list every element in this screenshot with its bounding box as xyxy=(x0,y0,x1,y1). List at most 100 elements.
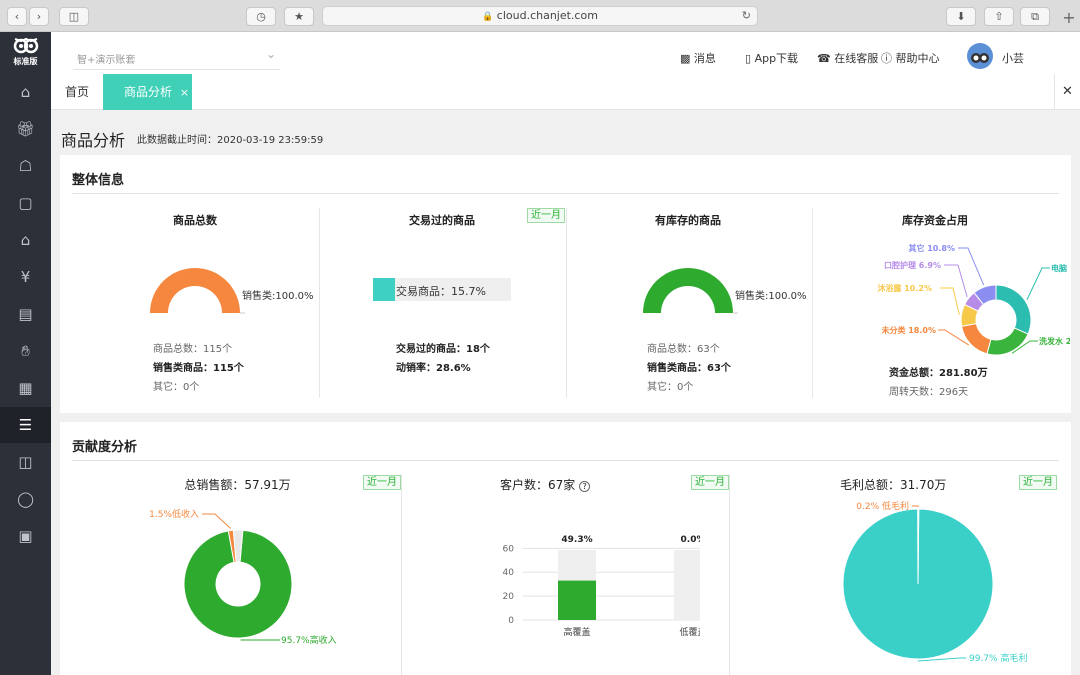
close-all-icon[interactable]: ✕ xyxy=(1054,74,1080,110)
pie-slice xyxy=(917,508,920,585)
customer-bar-chart: 0 20 40 60 49.3% 高覆盖 0.0% 低覆盖 xyxy=(503,535,700,638)
bag-icon[interactable]: ▢ xyxy=(0,185,51,221)
leader-line xyxy=(912,505,919,508)
traded-period-badge[interactable]: 近一月 xyxy=(527,208,565,223)
new-icon[interactable]: ▣ xyxy=(0,518,51,554)
customer-count: 客户数：67家 ? xyxy=(500,476,591,493)
tab-label: 商品分析 xyxy=(124,85,173,99)
id-card-icon[interactable]: ◫ xyxy=(0,444,51,480)
customer-period-badge[interactable]: 近一月 xyxy=(691,475,729,490)
bar-track xyxy=(674,550,700,620)
sales-donut-chart: 95.7%高收入 1.5%低收入 xyxy=(149,508,336,646)
account-placeholder: 智+演示账套 xyxy=(77,55,136,66)
message-icon: ▩ xyxy=(680,52,691,65)
username[interactable]: 小芸 xyxy=(1002,50,1024,66)
pie-label: 1.5%低收入 xyxy=(149,508,199,520)
building-icon[interactable]: ▦ xyxy=(0,370,51,406)
total-goods-title: 商品总数 xyxy=(173,214,217,227)
y-tick-label: 20 xyxy=(503,592,515,602)
url-text: cloud.chanjet.com xyxy=(496,9,598,22)
traded-bar-label: 交易商品：15.7% xyxy=(396,285,486,298)
voucher-icon[interactable]: ▤ xyxy=(0,296,51,332)
home-icon[interactable]: ⌂ xyxy=(0,74,51,110)
total-goods-gauge-label: 销售类:100.0% xyxy=(242,291,314,302)
tab-close-icon[interactable]: × xyxy=(180,86,189,99)
help-center-label: 帮助中心 xyxy=(895,52,940,65)
bar xyxy=(558,580,596,620)
help-center-link[interactable]: ⓘ 帮助中心 xyxy=(881,50,940,66)
leader-line xyxy=(1026,267,1050,300)
money-bag-icon[interactable]: ¥ xyxy=(0,259,51,295)
bar-label: 0.0% xyxy=(681,535,700,545)
stocked-goods-count: 商品总数：63个 xyxy=(647,344,720,355)
online-service-label: 在线客服 xyxy=(834,52,879,65)
profit-period-badge[interactable]: 近一月 xyxy=(1019,475,1057,490)
x-tick-label: 高覆盖 xyxy=(563,626,590,638)
avatar[interactable] xyxy=(967,43,993,69)
sidebar: 标准版 ⌂ 🎁︎ ☖ ▢ ⌂ ¥ ▤ ✋︎ ▦ ☰ ◫ ◯ ▣ xyxy=(0,32,51,675)
back-icon[interactable]: ‹ xyxy=(7,7,27,26)
data-date: 此数据截止时间：2020-03-19 23:59:59 xyxy=(137,131,323,146)
total-goods-gauge xyxy=(150,268,245,314)
messages-link[interactable]: ▩ 消息 xyxy=(680,50,716,66)
bar-label: 49.3% xyxy=(561,535,592,545)
browser-toolbar: ‹ › ◫ ◷ ★ 🔒 cloud.chanjet.com ↻ ⬇ ⇧ ⧉ + xyxy=(0,0,1080,32)
tab-home[interactable]: 首页 xyxy=(65,74,89,110)
capital-donut-chart: 电脑 31.6% 洗发水 22.6% 未分类 18.0% 沐浴露 10.2% 口腔护理 … xyxy=(877,243,1070,355)
pie-label: 口腔护理 6.9% xyxy=(884,260,941,270)
divider xyxy=(319,208,320,398)
pie-label: 未分类 18.0% xyxy=(880,325,936,335)
sidebar-toggle-icon[interactable]: ◫ xyxy=(59,7,89,26)
capital-title: 库存资金占用 xyxy=(902,214,968,227)
forward-icon[interactable]: › xyxy=(29,7,49,26)
other-goods-count: 其它：0个 xyxy=(153,382,200,393)
address-bar[interactable]: 🔒 cloud.chanjet.com ↻ xyxy=(322,6,758,26)
bookmark-icon[interactable]: ★ xyxy=(284,7,314,26)
loading-icon[interactable]: ◯ xyxy=(0,481,51,517)
top-bar: 智+演示账套 ⌄ ▩ 消息 ▯ App下载 ☎ 在线客服 ⓘ 帮助中心 小芸 xyxy=(51,32,1080,74)
hand-icon[interactable]: ✋︎ xyxy=(0,333,51,369)
pie-label: 99.7% 高毛利 xyxy=(969,652,1027,664)
chevron-down-icon: ⌄ xyxy=(265,47,276,61)
store-icon[interactable]: ☖ xyxy=(0,148,51,184)
tabs-icon[interactable]: ⧉ xyxy=(1020,7,1050,26)
stocked-goods-gauge xyxy=(643,268,738,314)
download-icon[interactable]: ⬇ xyxy=(946,7,976,26)
y-tick-label: 40 xyxy=(503,568,515,578)
account-select[interactable]: 智+演示账套 ⌄ xyxy=(73,44,280,70)
sales-total: 总销售额：57.91万 xyxy=(184,478,291,492)
traded-goods-count: 交易过的商品：18个 xyxy=(396,344,490,355)
logo-text: 标准版 xyxy=(13,57,38,66)
pie-slice xyxy=(995,284,1032,335)
warehouse-icon[interactable]: ⌂ xyxy=(0,222,51,258)
stocked-goods-title: 有库存的商品 xyxy=(655,214,721,227)
messages-label: 消息 xyxy=(693,52,716,65)
pie-label: 沐浴露 10.2% xyxy=(877,283,932,293)
turnover-days: 周转天数：296天 xyxy=(889,387,969,398)
sales-period-badge[interactable]: 近一月 xyxy=(363,475,401,490)
stocked-other-count: 其它：0个 xyxy=(647,382,694,393)
divider xyxy=(729,474,730,675)
divider xyxy=(401,474,402,675)
tab-product-analysis[interactable]: 商品分析 × xyxy=(103,74,192,110)
share-icon[interactable]: ⇧ xyxy=(984,7,1014,26)
history-icon[interactable]: ◷ xyxy=(246,7,276,26)
traded-bar-fill xyxy=(373,278,395,301)
online-service-link[interactable]: ☎ 在线客服 xyxy=(817,50,878,66)
traded-bar-track: 交易商品：15.7% xyxy=(373,278,511,301)
logo[interactable]: 标准版 xyxy=(0,36,51,70)
data-date-value: 2020-03-19 23:59:59 xyxy=(217,135,324,146)
help-icon[interactable]: ? xyxy=(579,481,591,492)
app-download-label: App下载 xyxy=(754,52,799,65)
overview-title: 整体信息 xyxy=(72,173,125,188)
pie-label: 电脑 31.6% xyxy=(1051,263,1070,273)
owl-avatar-icon xyxy=(971,53,989,63)
new-tab-icon[interactable]: + xyxy=(1058,8,1080,32)
stocked-goods-gauge-label: 销售类:100.0% xyxy=(735,291,807,302)
app-download-link[interactable]: ▯ App下载 xyxy=(745,50,798,66)
reload-icon[interactable]: ↻ xyxy=(742,7,751,25)
gift-icon[interactable]: 🎁︎ xyxy=(0,111,51,147)
report-icon[interactable]: ☰ xyxy=(0,407,51,443)
page-title: 商品分析 xyxy=(61,131,126,150)
leader-line xyxy=(944,264,968,297)
